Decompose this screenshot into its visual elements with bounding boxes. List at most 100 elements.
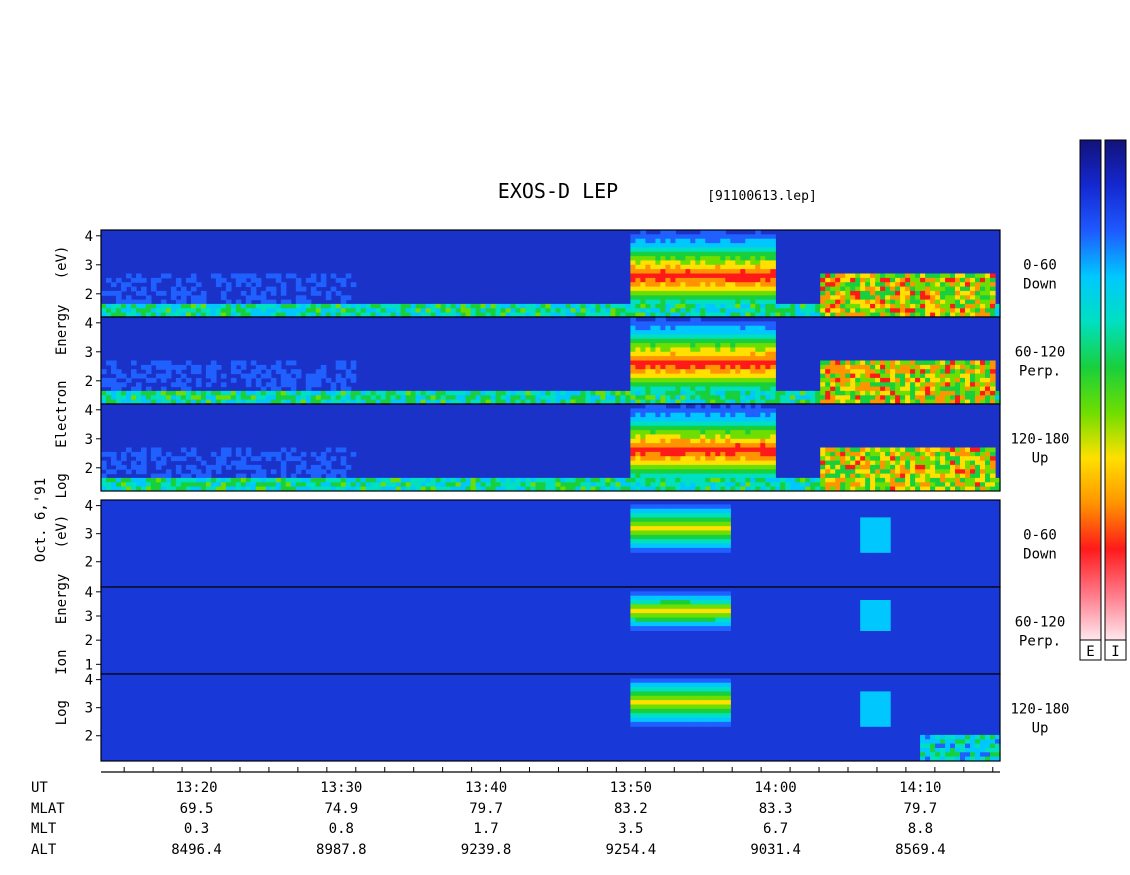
heatmap-cell: [940, 456, 946, 462]
heatmap-cell: [645, 691, 651, 697]
heatmap-cell: [835, 482, 841, 488]
heatmap-cell: [675, 325, 681, 331]
heatmap-cell: [720, 687, 726, 692]
heatmap-cell: [215, 390, 222, 396]
heatmap-cell: [680, 438, 686, 444]
heatmap-cell: [330, 273, 337, 279]
heatmap-cell: [660, 456, 666, 462]
heatmap-cell: [660, 286, 666, 292]
heatmap-cell: [985, 447, 991, 453]
heatmap-cell: [300, 303, 307, 309]
heatmap-cell: [655, 364, 661, 370]
heatmap-cell: [670, 295, 676, 301]
heatmap-cell: [685, 678, 691, 684]
heatmap-cell: [690, 482, 696, 488]
heatmap-cell: [705, 269, 711, 274]
heatmap-cell: [250, 456, 257, 462]
heatmap-cell: [630, 713, 636, 718]
heatmap-cell: [835, 360, 841, 366]
heatmap-cell: [630, 438, 636, 444]
heatmap-cell: [900, 456, 906, 462]
heatmap-cell: [675, 682, 681, 688]
heatmap-cell: [670, 386, 676, 392]
heatmap-cell: [940, 277, 946, 283]
heatmap-cell: [840, 369, 846, 375]
heatmap-cell: [210, 451, 217, 457]
heatmap-cell: [655, 438, 661, 444]
heatmap-cell: [220, 395, 227, 401]
heatmap-cell: [710, 526, 716, 531]
heatmap-cell: [665, 364, 671, 370]
heatmap-cell: [660, 347, 666, 353]
heatmap-cell: [690, 443, 696, 448]
heatmap-cell: [885, 526, 891, 531]
heatmap-cell: [685, 238, 691, 244]
heatmap-cell: [725, 508, 731, 514]
heatmap-cell: [900, 395, 906, 401]
heatmap-cell: [705, 256, 711, 261]
heatmap-cell: [840, 460, 846, 466]
heatmap-cell: [640, 460, 646, 466]
heatmap-cell: [116, 382, 122, 388]
heatmap-cell: [345, 395, 352, 401]
heatmap-cell: [750, 303, 756, 309]
heatmap-cell: [860, 290, 866, 296]
heatmap-cell: [745, 334, 751, 340]
heatmap-cell: [355, 308, 362, 314]
heatmap-cell: [980, 451, 986, 457]
heatmap-cell: [990, 395, 996, 401]
heatmap-cell: [235, 369, 242, 375]
heatmap-cell: [920, 390, 926, 396]
heatmap-cell: [955, 360, 961, 366]
heatmap-cell: [150, 451, 157, 457]
heatmap-cell: [710, 721, 716, 727]
heatmap-cell: [935, 290, 941, 296]
heatmap-cell: [695, 264, 701, 270]
heatmap-cell: [630, 247, 636, 253]
heatmap-cell: [770, 460, 776, 466]
heatmap-cell: [820, 286, 826, 292]
heatmap-cell: [690, 477, 696, 483]
heatmap-cell: [715, 534, 721, 540]
heatmap-cell: [630, 338, 636, 344]
heatmap-cell: [690, 451, 696, 457]
heatmap-cell: [745, 417, 751, 422]
heatmap-cell: [735, 482, 741, 488]
heatmap-cell: [450, 482, 457, 488]
heatmap-cell: [365, 477, 372, 483]
heatmap-cell: [830, 377, 836, 383]
heatmap-cell: [420, 477, 427, 483]
heatmap-cell: [180, 286, 187, 292]
heatmap-cell: [755, 373, 761, 379]
heatmap-cell: [570, 303, 577, 309]
heatmap-cell: [715, 421, 721, 427]
heatmap-cell: [985, 273, 991, 279]
heatmap-cell: [705, 713, 711, 718]
heatmap-cell: [770, 321, 776, 327]
heatmap-cell: [530, 308, 537, 314]
heatmap-cell: [280, 382, 287, 388]
heatmap-cell: [765, 347, 771, 353]
heatmap-cell: [730, 482, 736, 488]
heatmap-cell: [945, 451, 951, 457]
heatmap-cell: [530, 482, 537, 488]
heatmap-cell: [755, 408, 761, 414]
heatmap-cell: [665, 303, 671, 309]
heatmap-cell: [835, 295, 841, 301]
heatmap-cell: [935, 373, 941, 379]
heatmap-cell: [660, 299, 666, 305]
heatmap-cell: [705, 534, 711, 540]
heatmap-cell: [855, 482, 861, 488]
heatmap-cell: [710, 234, 716, 240]
heatmap-cell: [345, 390, 352, 396]
heatmap-cell: [875, 617, 881, 623]
heatmap-cell: [865, 386, 871, 392]
heatmap-cell: [650, 595, 656, 601]
heatmap-cell: [540, 303, 547, 309]
heatmap-cell: [720, 356, 726, 361]
heatmap-cell: [245, 382, 252, 388]
heatmap-cell: [715, 251, 721, 257]
heatmap-cell: [865, 600, 871, 605]
heatmap-cell: [425, 390, 432, 396]
heatmap-cell: [750, 269, 756, 274]
